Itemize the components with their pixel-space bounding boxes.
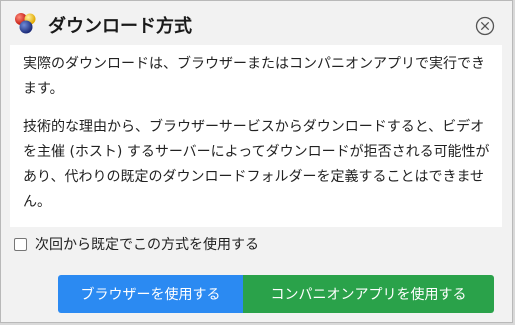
message-paragraph-1: 実際のダウンロードは、ブラウザーまたはコンパニオンアプリで実行できます。 xyxy=(23,56,485,97)
message-paragraph-2: 技術的な理由から、ブラウザーサービスからダウンロードすると、ビデオを主催 (ホス… xyxy=(23,119,490,210)
colored-balls-icon xyxy=(15,13,36,34)
dialog-titlebar: ダウンロード方式 xyxy=(1,1,512,49)
download-method-dialog: ダウンロード方式 実際のダウンロードは、ブラウザーまたはコンパニオンアプリで実行… xyxy=(0,0,513,323)
dialog-title: ダウンロード方式 xyxy=(48,16,192,37)
close-icon[interactable] xyxy=(475,16,495,36)
use-browser-button[interactable]: ブラウザーを使用する xyxy=(58,275,243,313)
use-companion-app-button[interactable]: コンパニオンアプリを使用する xyxy=(243,275,494,313)
remember-choice-option[interactable]: 次回から既定でこの方式を使用する xyxy=(14,234,259,254)
remember-choice-label: 次回から既定でこの方式を使用する xyxy=(35,237,259,253)
remember-choice-checkbox[interactable] xyxy=(14,237,27,251)
dialog-message-panel: 実際のダウンロードは、ブラウザーまたはコンパニオンアプリで実行できます。 技術的… xyxy=(10,45,502,227)
